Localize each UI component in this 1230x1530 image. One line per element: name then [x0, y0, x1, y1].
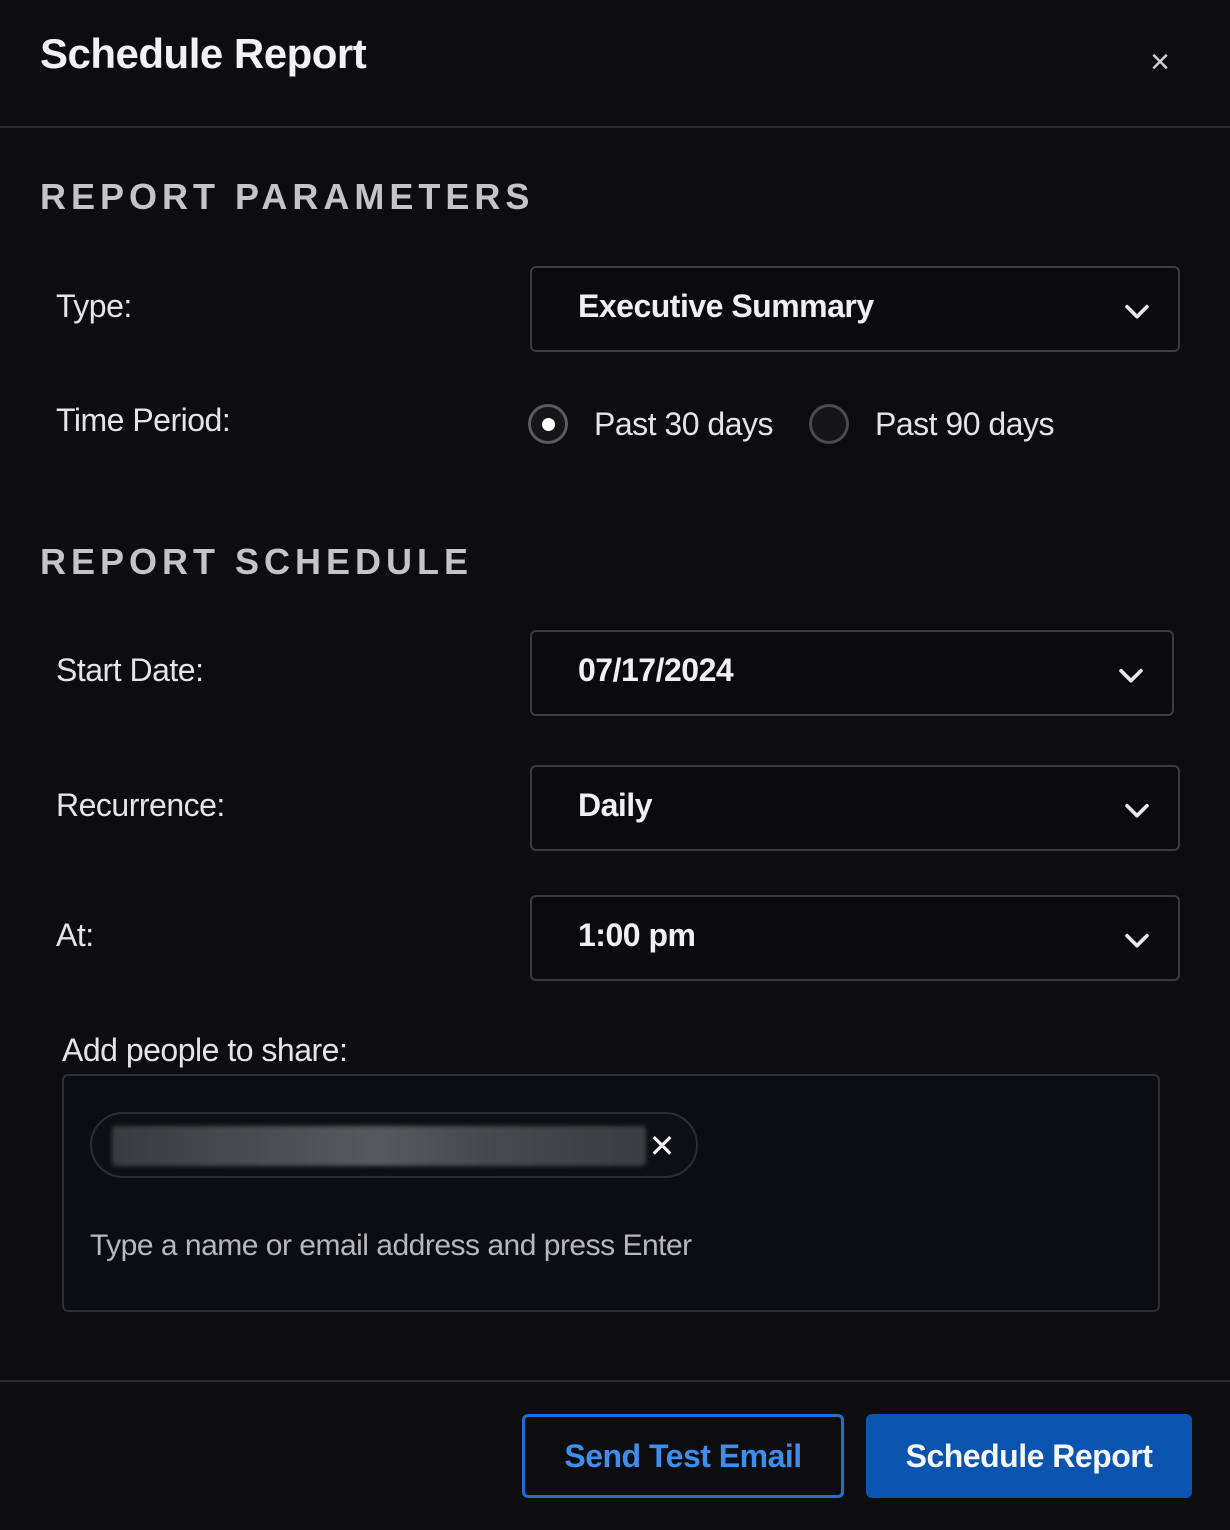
dialog-footer: Send Test Email Schedule Report	[0, 1380, 1230, 1530]
time-period-label: Time Period:	[56, 402, 231, 438]
chevron-down-icon	[1125, 803, 1149, 818]
close-icon: ×	[1150, 42, 1170, 81]
chevron-down-icon	[1125, 933, 1149, 948]
share-recipients-box[interactable]: ✕	[62, 1074, 1160, 1312]
redacted-recipient	[112, 1126, 646, 1166]
report-schedule-heading: REPORT SCHEDULE	[40, 541, 474, 582]
type-label: Type:	[56, 288, 132, 324]
radio-button-checked[interactable]	[528, 404, 568, 444]
chevron-down-icon	[1125, 304, 1149, 319]
report-parameters-heading: REPORT PARAMETERS	[40, 176, 535, 217]
radio-label-past-90-days: Past 90 days	[875, 405, 1055, 442]
dialog-title: Schedule Report	[40, 30, 367, 77]
start-date-select[interactable]: 07/17/2024	[530, 630, 1174, 716]
dialog-header: Schedule Report ×	[0, 0, 1230, 128]
type-select[interactable]: Executive Summary	[530, 266, 1180, 352]
recurrence-select[interactable]: Daily	[530, 765, 1180, 851]
recipient-chip[interactable]: ✕	[90, 1112, 698, 1178]
schedule-report-button[interactable]: Schedule Report	[866, 1414, 1192, 1498]
radio-past-30-days[interactable]: Past 30 days	[528, 404, 774, 444]
type-select-value: Executive Summary	[578, 288, 874, 324]
recurrence-value: Daily	[578, 787, 652, 823]
remove-icon: ✕	[648, 1128, 676, 1164]
share-input[interactable]	[90, 1222, 1130, 1270]
time-period-radio-group: Past 30 days Past 90 days	[528, 398, 1055, 450]
at-label: At:	[56, 917, 94, 953]
radio-past-90-days[interactable]: Past 90 days	[809, 404, 1055, 444]
start-date-value: 07/17/2024	[578, 652, 734, 688]
time-value: 1:00 pm	[578, 917, 696, 953]
recurrence-label: Recurrence:	[56, 787, 225, 823]
chevron-down-icon	[1119, 668, 1143, 683]
time-select[interactable]: 1:00 pm	[530, 895, 1180, 981]
radio-button-unchecked[interactable]	[809, 404, 849, 444]
share-label: Add people to share:	[62, 1032, 348, 1068]
radio-dot	[541, 417, 555, 431]
chip-remove-button[interactable]: ✕	[642, 1126, 682, 1166]
start-date-label: Start Date:	[56, 652, 204, 688]
close-button[interactable]: ×	[1138, 40, 1182, 84]
schedule-report-dialog: Schedule Report × REPORT PARAMETERS Type…	[0, 0, 1230, 1530]
radio-label-past-30-days: Past 30 days	[594, 405, 774, 442]
send-test-email-button[interactable]: Send Test Email	[522, 1414, 844, 1498]
